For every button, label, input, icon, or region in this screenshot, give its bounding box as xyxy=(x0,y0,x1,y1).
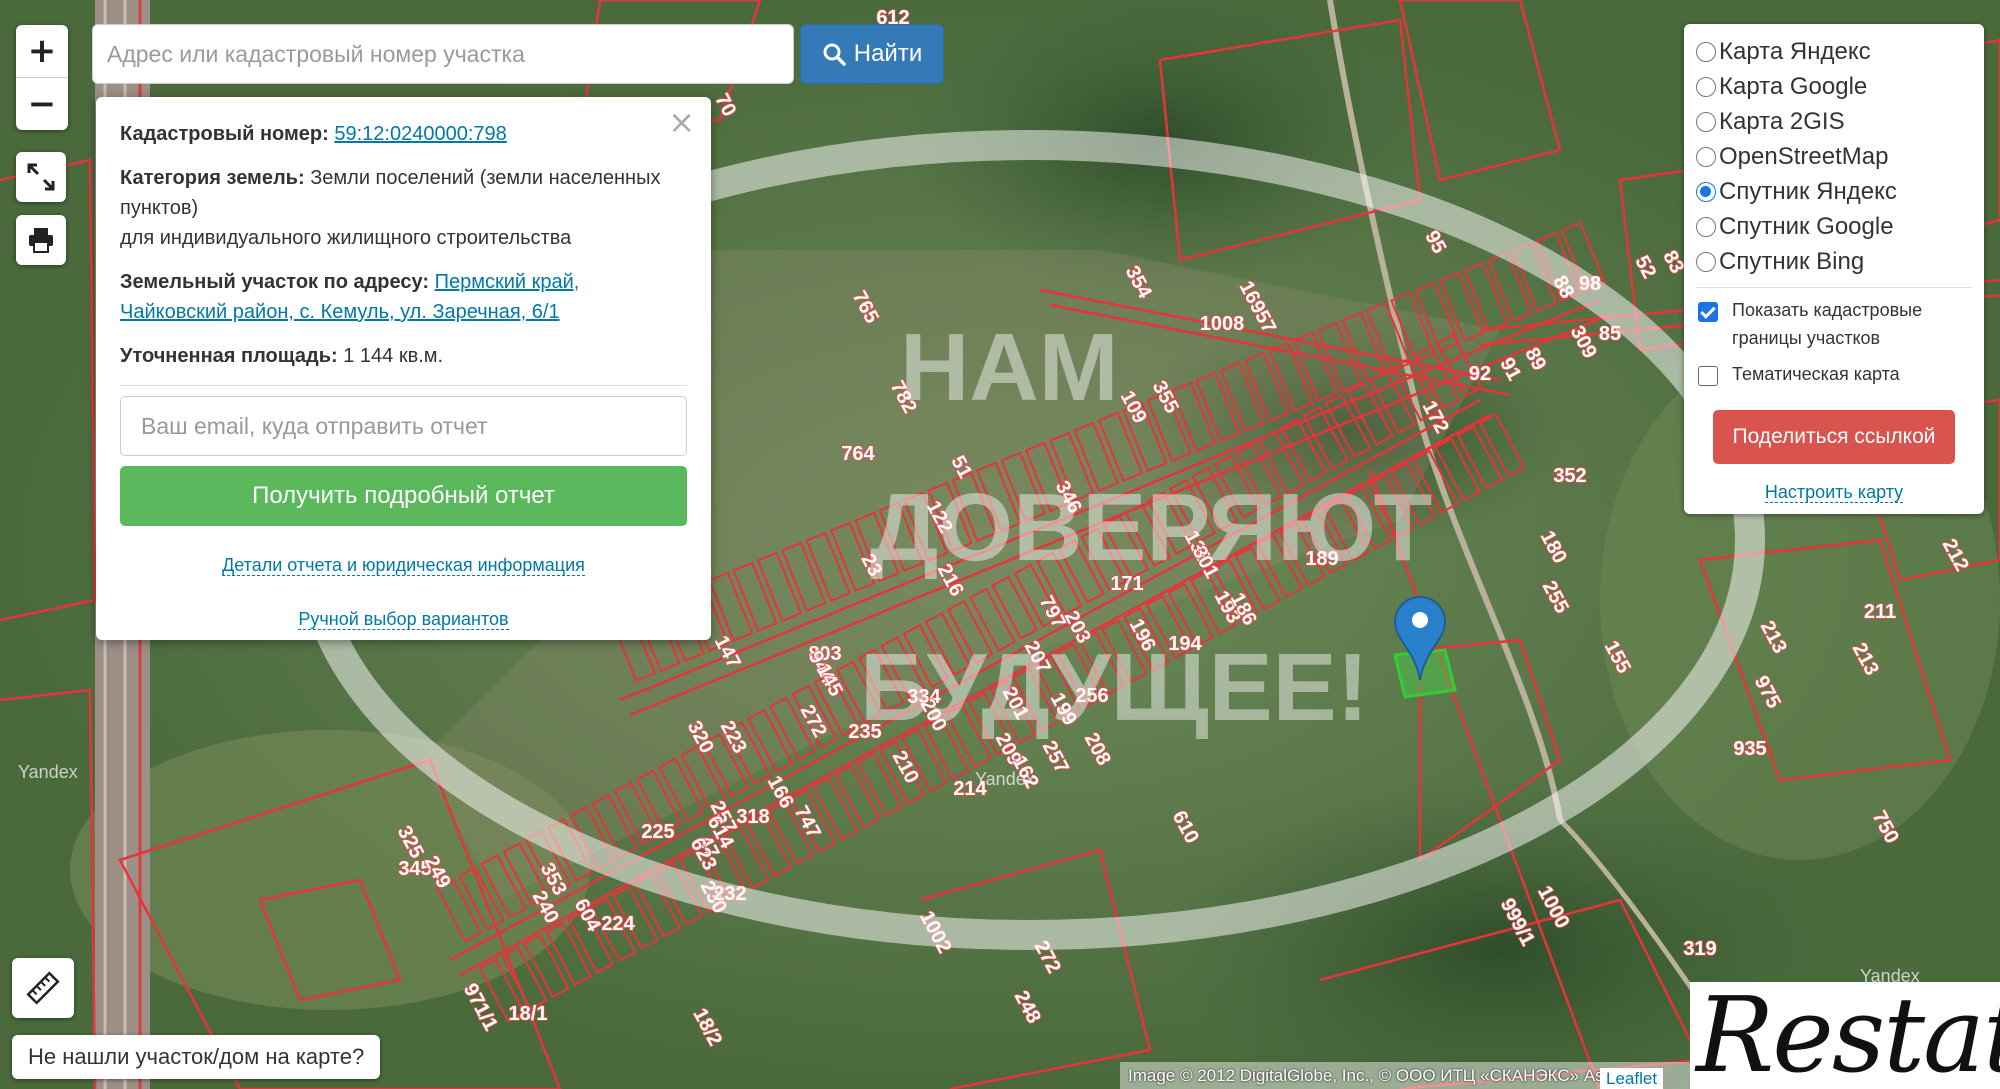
layer-option[interactable]: Карта Яндекс xyxy=(1696,34,1972,69)
layer-option-label: OpenStreetMap xyxy=(1719,142,1889,170)
setup-map-link[interactable]: Настроить карту xyxy=(1764,482,1904,503)
layer-radio[interactable] xyxy=(1696,111,1716,132)
layer-radio[interactable] xyxy=(1696,41,1716,62)
search-button[interactable]: Найти xyxy=(800,24,944,84)
thematic-checkbox[interactable] xyxy=(1698,366,1718,386)
category-use: для индивидуального жилищного строительс… xyxy=(120,227,572,249)
yandex-label: Yandex xyxy=(18,762,78,782)
layer-radio[interactable] xyxy=(1696,146,1716,167)
cadastral-row: Кадастровый номер: 59:12:0240000:798 xyxy=(120,119,687,149)
category-row: Категория земель: Земли поселений (земли… xyxy=(120,163,687,253)
zoom-in-button[interactable]: + xyxy=(16,25,68,77)
details-link[interactable]: Детали отчета и юридическая информация xyxy=(222,555,585,576)
layer-option-label: Спутник Bing xyxy=(1719,247,1865,275)
get-report-button[interactable]: Получить подробный отчет xyxy=(120,466,687,526)
cadastral-checkbox[interactable] xyxy=(1698,302,1718,322)
layer-option-label: Карта Google xyxy=(1719,72,1868,100)
area-value: 1 144 кв.м. xyxy=(343,345,444,367)
leaflet-link[interactable]: Leaflet xyxy=(1606,1069,1657,1088)
cadastral-label: Кадастровый номер: xyxy=(120,123,329,145)
layer-option[interactable]: Спутник Google xyxy=(1696,209,1972,244)
attribution-text: Image © 2012 DigitalGlobe, Inc., © ООО И… xyxy=(1128,1066,1618,1085)
layer-switcher: Карта Яндекс Карта Google Карта 2GIS OpenSt… xyxy=(1684,24,1984,514)
parcel-label: 352 xyxy=(1553,465,1586,487)
layer-radio[interactable] xyxy=(1696,181,1716,202)
layer-option[interactable]: Спутник Яндекс xyxy=(1696,174,1972,209)
layer-list: Карта Яндекс Карта Google Карта 2GIS OpenSt… xyxy=(1696,34,1972,279)
search-icon xyxy=(823,43,846,66)
layer-radio[interactable] xyxy=(1696,76,1716,97)
layer-option[interactable]: Карта 2GIS xyxy=(1696,104,1972,139)
cadastral-number-link[interactable]: 59:12:0240000:798 xyxy=(334,123,506,145)
fullscreen-icon xyxy=(27,163,55,191)
ruler-icon xyxy=(26,971,60,1005)
share-link-button[interactable]: Поделиться ссылкой xyxy=(1713,410,1955,464)
layer-option[interactable]: Спутник Bing xyxy=(1696,244,1972,279)
layer-option[interactable]: OpenStreetMap xyxy=(1696,139,1972,174)
yandex-label: Yandex xyxy=(975,769,1035,789)
layer-option-label: Карта Яндекс xyxy=(1719,37,1871,65)
address-row: Земельный участок по адресу: Пермский кр… xyxy=(120,267,687,327)
manual-link-row: Ручной выбор вариантов xyxy=(120,604,687,634)
address-label: Земельный участок по адресу: xyxy=(120,271,430,293)
parcel-label: 935 xyxy=(1733,738,1766,760)
layer-option-label: Карта 2GIS xyxy=(1719,107,1845,135)
measure-button[interactable] xyxy=(12,958,74,1018)
parcel-label: 225 xyxy=(641,821,674,843)
watermark-line2: ДОВЕРЯЮТ xyxy=(870,474,1432,581)
parcel-label: 18/1 xyxy=(509,1003,548,1025)
divider xyxy=(120,385,687,386)
parcel-info-popup: × Кадастровый номер: 59:12:0240000:798 К… xyxy=(96,97,711,640)
category-label: Категория земель: xyxy=(120,167,305,189)
layer-option[interactable]: Карта Google xyxy=(1696,69,1972,104)
manual-selection-link[interactable]: Ручной выбор вариантов xyxy=(298,609,509,630)
parcel-label: 224 xyxy=(601,913,635,935)
setup-map-row: Настроить карту xyxy=(1696,482,1972,503)
layer-option-label: Спутник Google xyxy=(1719,212,1894,240)
search-button-label: Найти xyxy=(853,40,923,67)
watermark-line1: НАМ xyxy=(900,314,1119,421)
layer-option-label: Спутник Яндекс xyxy=(1719,177,1897,205)
print-button[interactable] xyxy=(16,215,66,265)
leaflet-credit: Leaflet xyxy=(1600,1068,1664,1089)
zoom-control: + − xyxy=(16,25,68,130)
parcel-label: 319 xyxy=(1683,938,1716,960)
watermark-line3: БУДУЩЕЕ! xyxy=(860,634,1369,741)
thematic-checkbox-row[interactable]: Тематическая карта xyxy=(1696,360,1972,388)
thematic-checkbox-label: Тематическая карта xyxy=(1732,364,1900,384)
layer-radio[interactable] xyxy=(1696,251,1716,272)
email-field[interactable] xyxy=(120,396,687,456)
fullscreen-button[interactable] xyxy=(16,152,66,202)
cadastral-checkbox-row[interactable]: Показать кадастровые границы участков xyxy=(1696,296,1972,352)
zoom-out-button[interactable]: − xyxy=(16,77,68,130)
restate-logo: Restate xyxy=(1690,982,2000,1089)
not-found-button[interactable]: Не нашли участок/дом на карте? xyxy=(12,1035,381,1079)
parcel-label: 211 xyxy=(1864,601,1896,623)
area-row: Уточненная площадь: 1 144 кв.м. xyxy=(120,341,687,371)
parcel-label: 764 xyxy=(841,443,875,465)
parcel-label: 92 xyxy=(1469,363,1491,385)
search-input[interactable] xyxy=(92,24,794,84)
layer-radio[interactable] xyxy=(1696,216,1716,237)
parcel-label: 1008 xyxy=(1200,313,1245,335)
cadastral-checkbox-label: Показать кадастровые границы участков xyxy=(1732,300,1923,348)
close-icon[interactable]: × xyxy=(668,103,695,141)
printer-icon xyxy=(29,228,53,253)
parcel-label: 318 xyxy=(736,806,769,828)
divider xyxy=(1696,287,1972,288)
details-link-row: Детали отчета и юридическая информация xyxy=(120,550,687,580)
area-label: Уточненная площадь: xyxy=(120,345,338,367)
